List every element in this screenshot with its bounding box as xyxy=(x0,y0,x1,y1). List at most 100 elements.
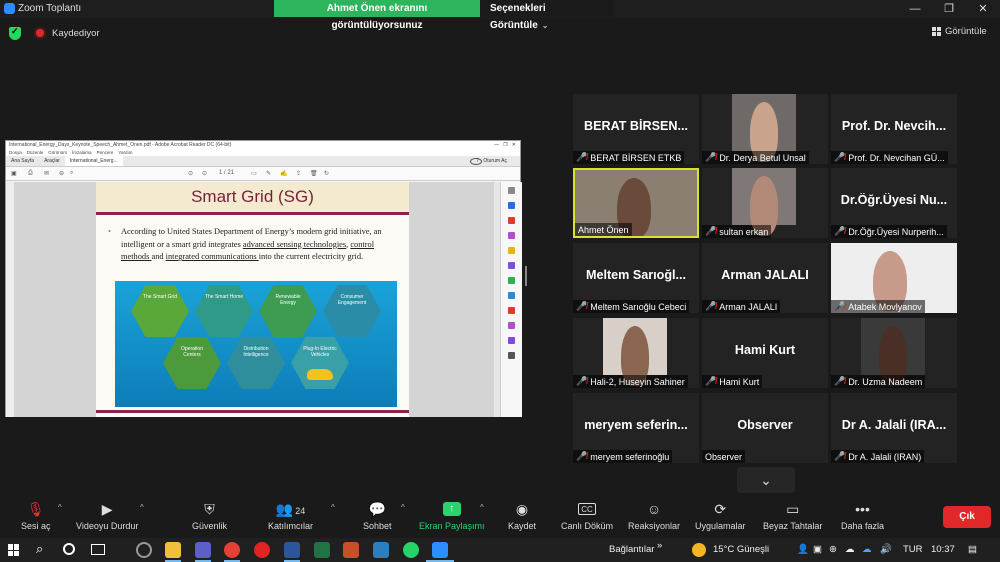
people-icon[interactable]: 👤 xyxy=(797,544,809,555)
fill-sign-icon[interactable] xyxy=(508,322,515,329)
menu-item[interactable]: İmzalama xyxy=(72,149,92,156)
apps-button[interactable]: ⟳ Uygulamalar xyxy=(695,501,746,531)
minimize-button[interactable]: — xyxy=(898,0,932,18)
audio-options-icon[interactable]: ^ xyxy=(58,503,62,512)
combine-icon[interactable] xyxy=(508,262,515,269)
delete-icon[interactable]: 🗑 xyxy=(310,170,318,177)
reactions-button[interactable]: ☺ Reaksiyonlar xyxy=(628,501,680,531)
tab-tools[interactable]: Araçlar xyxy=(39,156,65,166)
protect-icon[interactable] xyxy=(508,307,515,314)
opera-icon[interactable] xyxy=(254,542,270,558)
chat-options-icon[interactable]: ^ xyxy=(401,503,405,512)
edit-pdf-icon[interactable] xyxy=(508,232,515,239)
participant-tile[interactable]: Prof. Dr. Nevcih... 🎤̸ Prof. Dr. Nevcihan … xyxy=(831,94,957,164)
next-page-icon[interactable]: ⊙ xyxy=(202,170,207,177)
recording-label[interactable]: Kaydediyor xyxy=(52,28,100,39)
speaker-icon[interactable]: 🔊 xyxy=(880,544,892,555)
organize-icon[interactable] xyxy=(508,277,515,284)
participant-tile[interactable]: Hami Kurt 🎤̸ Hami Kurt xyxy=(702,318,828,388)
cortana-icon[interactable] xyxy=(63,543,75,555)
task-view-icon[interactable] xyxy=(91,544,105,555)
participant-tile[interactable]: meryem seferin... 🎤̸ meryem seferinoğlu xyxy=(573,393,699,463)
stop-video-button[interactable]: ▶ Videoyu Durdur xyxy=(76,501,138,531)
share-options-icon[interactable]: ^ xyxy=(480,503,484,512)
teams-icon[interactable] xyxy=(195,542,211,558)
participant-tile[interactable]: 🎤̸ Dr. Derya Betul Unsal xyxy=(702,94,828,164)
tab-document[interactable]: International_Energ... xyxy=(64,156,123,166)
weather-text[interactable]: 15°C Güneşli xyxy=(713,544,769,555)
share-screen-button[interactable]: ↑ Ekran Paylaşımı xyxy=(419,501,485,531)
send-icon[interactable] xyxy=(508,337,515,344)
participant-tile[interactable]: Dr A. Jalali (IRA... 🎤̸ Dr A. Jalali (IRAN… xyxy=(831,393,957,463)
live-transcript-button[interactable]: CC Canlı Döküm xyxy=(561,501,613,531)
clock[interactable]: 10:37 xyxy=(931,544,955,555)
search-icon[interactable]: ⌕ xyxy=(36,541,43,557)
onedrive-icon[interactable]: ☁ xyxy=(862,544,872,555)
expand-links-icon[interactable]: » xyxy=(657,540,662,551)
participants-options-icon[interactable]: ^ xyxy=(331,503,335,512)
language-indicator[interactable]: TUR xyxy=(903,544,923,555)
security-button[interactable]: ⛨ Güvenlik xyxy=(192,501,227,531)
compress-icon[interactable] xyxy=(508,292,515,299)
participant-tile[interactable]: 🎤̸ Hali-2, Huseyin Sahiner xyxy=(573,318,699,388)
windows-start-icon[interactable] xyxy=(8,544,20,556)
export-pdf-icon[interactable] xyxy=(508,202,515,209)
participant-tile[interactable]: BERAT BİRSEN... 🎤̸ BERAT BİRSEN ETKB xyxy=(573,94,699,164)
whiteboards-button[interactable]: ▭ Beyaz Tahtalar xyxy=(763,501,822,531)
file-explorer-icon[interactable] xyxy=(165,542,181,558)
participant-tile[interactable]: 🎤̸ Dr. Uzma Nadeem xyxy=(831,318,957,388)
create-pdf-icon[interactable] xyxy=(508,217,515,224)
shared-screen[interactable]: International_Energy_Days_Keynote_Speech… xyxy=(5,140,522,417)
participant-tile[interactable]: Ahmet Önen xyxy=(573,168,699,238)
leave-button[interactable]: Çık xyxy=(943,506,991,528)
app-icon[interactable] xyxy=(136,542,152,558)
participant-tile[interactable]: 🎤̸ Atabek Movlyanov xyxy=(831,243,957,313)
unmute-button[interactable]: 🎙 Sesi aç xyxy=(21,501,51,531)
menu-item[interactable]: Yardım xyxy=(118,149,132,156)
view-options-button[interactable]: Seçenekleri Görüntüle ⌄ xyxy=(480,0,614,31)
record-button[interactable]: ◉ Kaydet xyxy=(508,501,536,531)
notifications-icon[interactable]: ▤ xyxy=(968,544,977,555)
left-panel-toggle[interactable] xyxy=(6,182,14,417)
page-indicator[interactable]: 1 / 21 xyxy=(219,170,234,176)
photos-icon[interactable] xyxy=(373,542,389,558)
network-globe-icon[interactable]: ⊕ xyxy=(829,544,837,555)
participants-button[interactable]: 👥 24 Katılımcılar xyxy=(268,501,313,531)
zoom-out-icon[interactable]: ⊖ xyxy=(59,170,64,177)
view-button[interactable]: Görüntüle xyxy=(932,26,987,37)
save-icon[interactable]: ▣ xyxy=(11,170,17,177)
comment-icon[interactable]: ▭ xyxy=(251,170,257,177)
menu-item[interactable]: Görünüm xyxy=(48,149,67,156)
tab-home[interactable]: Ana Sayfa xyxy=(6,156,39,166)
print-icon[interactable]: ⎙ xyxy=(28,170,33,177)
split-handle[interactable] xyxy=(525,266,527,286)
video-options-icon[interactable]: ^ xyxy=(140,503,144,512)
comment-tool-icon[interactable] xyxy=(508,247,515,254)
encryption-shield-icon[interactable] xyxy=(9,26,21,40)
participant-tile[interactable]: Dr.Öğr.Üyesi Nu... 🎤̸ Dr.Öğr.Üyesi Nurperi… xyxy=(831,168,957,238)
chat-button[interactable]: 💬 Sohbet xyxy=(363,501,392,531)
search-icon[interactable]: ⌕ xyxy=(70,170,73,177)
app-icon[interactable] xyxy=(343,542,359,558)
signin-link[interactable]: Oturum Aç xyxy=(478,156,512,167)
menu-item[interactable]: Pencere xyxy=(97,149,114,156)
participant-tile[interactable]: 🎤̸ sultan erkan xyxy=(702,168,828,238)
menu-item[interactable]: Düzenle xyxy=(27,149,44,156)
next-page-button[interactable]: ⌄ xyxy=(737,467,795,493)
restore-button[interactable]: ❐ xyxy=(932,0,966,18)
more-tools-icon[interactable] xyxy=(508,352,515,359)
tray-apps-icon[interactable]: ▣ xyxy=(813,544,822,555)
more-button[interactable]: ••• Daha fazla xyxy=(841,501,884,531)
chrome-icon[interactable] xyxy=(224,542,240,558)
close-button[interactable]: ✕ xyxy=(966,0,1000,18)
excel-icon[interactable] xyxy=(314,542,330,558)
pen-icon[interactable]: ✎ xyxy=(266,170,271,177)
zoom-icon[interactable] xyxy=(508,187,515,194)
zoom-taskbar-icon[interactable] xyxy=(432,542,448,558)
rotate-icon[interactable]: ↻ xyxy=(324,170,329,177)
participant-tile[interactable]: Meltem Sarıoğl... 🎤̸ Meltem Sarıoğlu Cebec… xyxy=(573,243,699,313)
pdf-viewer[interactable]: Smart Grid (SG) • According to United St… xyxy=(6,182,522,417)
word-icon[interactable] xyxy=(284,542,300,558)
cloud-icon[interactable]: ☁ xyxy=(845,544,855,555)
share-icon[interactable]: ⇪ xyxy=(296,170,301,177)
